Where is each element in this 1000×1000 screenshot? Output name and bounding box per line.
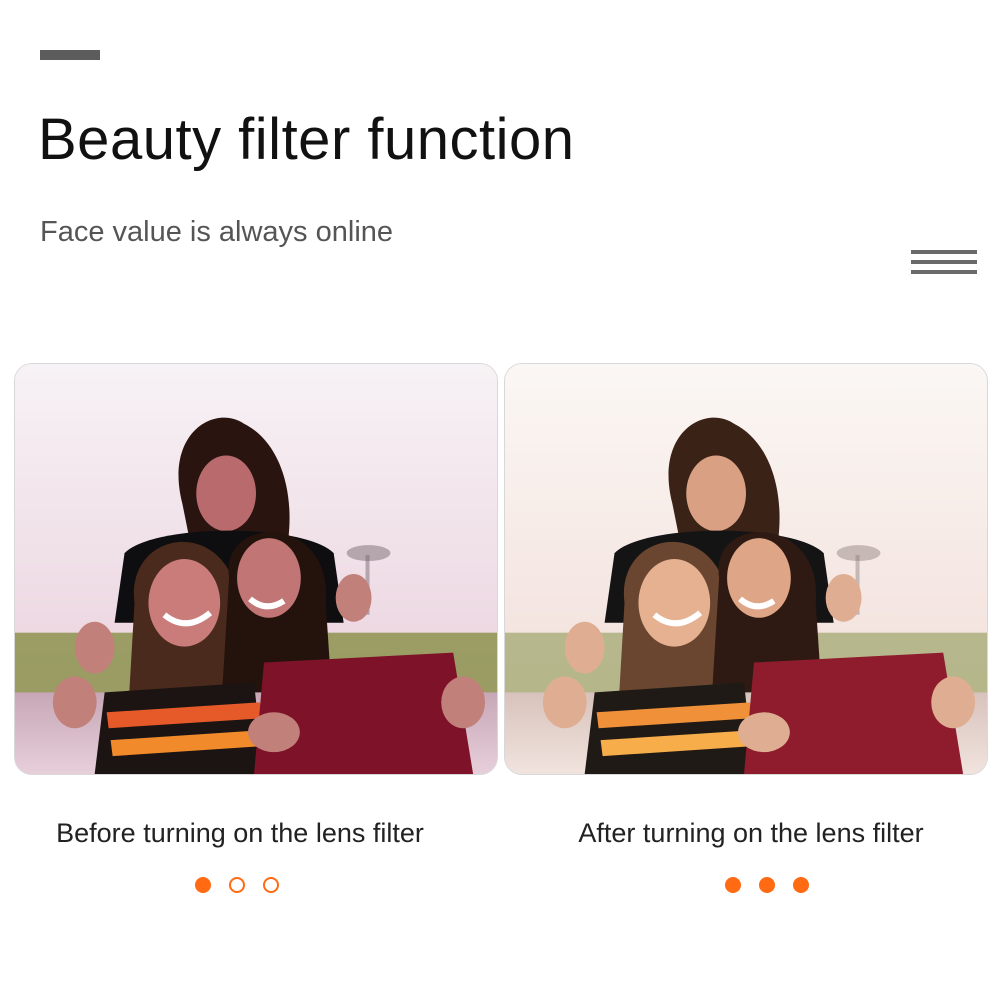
- indicator-dot-filled: [195, 877, 211, 893]
- indicator-dot-filled: [793, 877, 809, 893]
- before-photo: [14, 363, 498, 775]
- page-title: Beauty filter function: [38, 107, 575, 172]
- menu-line: [911, 260, 977, 264]
- menu-lines-icon: [911, 250, 977, 276]
- menu-line: [911, 250, 977, 254]
- after-caption: After turning on the lens filter: [578, 818, 924, 848]
- indicator-dot-hollow: [263, 877, 279, 893]
- after-indicator-dots: [725, 877, 809, 893]
- after-photo-illustration: [505, 364, 987, 774]
- header-dash-decoration: [40, 50, 100, 60]
- indicator-dot-hollow: [229, 877, 245, 893]
- indicator-dot-filled: [759, 877, 775, 893]
- before-caption: Before turning on the lens filter: [56, 818, 424, 848]
- before-indicator-dots: [195, 877, 279, 893]
- page-subtitle: Face value is always online: [40, 216, 394, 248]
- menu-line: [911, 270, 977, 274]
- after-photo: [504, 363, 988, 775]
- before-photo-illustration: [15, 364, 497, 774]
- indicator-dot-filled: [725, 877, 741, 893]
